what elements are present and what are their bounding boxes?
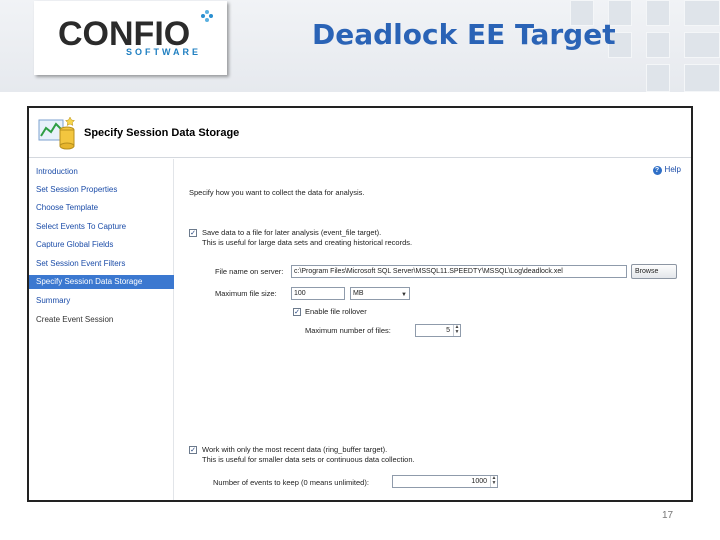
browse-button[interactable]: Browse (631, 264, 677, 279)
slide-title: Deadlock EE Target (312, 18, 616, 51)
wizard-header: Specify Session Data Storage (29, 108, 691, 158)
chevron-down-icon: ▼ (401, 292, 407, 298)
file-name-label: File name on server: (215, 267, 284, 276)
max-file-size-label: Maximum file size: (215, 289, 277, 298)
file-target-checkbox[interactable]: ✓ (189, 229, 197, 237)
nav-specify-data-storage[interactable]: Specify Session Data Storage (29, 275, 174, 289)
nav-create-event-session[interactable]: Create Event Session (29, 313, 174, 327)
logo-spark-icon (201, 10, 213, 22)
file-target-description: This is useful for large data sets and c… (202, 238, 413, 247)
wizard-nav: Introduction Set Session Properties Choo… (29, 159, 174, 500)
file-name-field[interactable]: c:\Program Files\Microsoft SQL Server\MS… (291, 265, 627, 278)
spin-arrows-icon[interactable]: ▲ ▼ (490, 476, 497, 487)
events-keep-label: Number of events to keep (0 means unlimi… (213, 478, 369, 487)
nav-summary[interactable]: Summary (29, 294, 174, 308)
max-file-size-unit: MB (353, 290, 364, 297)
help-icon: ? (652, 166, 662, 175)
max-file-size-field[interactable]: 100 (291, 287, 345, 300)
spin-arrows-icon[interactable]: ▲ ▼ (453, 325, 460, 336)
confio-logo: CONFIO SOFTWARE (34, 1, 227, 75)
max-file-size-value: 100 (294, 290, 306, 297)
intro-text: Specify how you want to collect the data… (189, 188, 365, 197)
logo-subtext: SOFTWARE (126, 47, 201, 57)
wizard-screenshot: Specify Session Data Storage Introductio… (27, 106, 693, 502)
wizard-content: ? Help Specify how you want to collect th… (175, 159, 691, 500)
rollover-label: Enable file rollover (305, 307, 367, 316)
wizard-page-title: Specify Session Data Storage (84, 127, 240, 139)
help-label: Help (664, 165, 681, 174)
nav-select-events[interactable]: Select Events To Capture (29, 220, 174, 234)
ring-buffer-description: This is useful for smaller data sets or … (202, 455, 415, 464)
nav-capture-global-fields[interactable]: Capture Global Fields (29, 238, 174, 252)
max-files-label: Maximum number of files: (305, 326, 391, 335)
events-keep-value: 1000 (471, 478, 487, 485)
max-files-value: 5 (446, 327, 450, 334)
rollover-checkbox[interactable]: ✓ (293, 308, 301, 316)
nav-set-event-filters[interactable]: Set Session Event Filters (29, 257, 174, 271)
ring-buffer-label: Work with only the most recent data (rin… (202, 445, 388, 454)
page-number: 17 (662, 510, 674, 521)
file-target-label: Save data to a file for later analysis (… (202, 228, 382, 237)
max-files-stepper[interactable]: 5 ▲ ▼ (415, 324, 461, 337)
data-storage-icon (38, 116, 76, 150)
max-file-size-unit-select[interactable]: MB ▼ (350, 287, 410, 300)
events-keep-stepper[interactable]: 1000 ▲ ▼ (392, 475, 498, 488)
ring-buffer-checkbox[interactable]: ✓ (189, 446, 197, 454)
nav-introduction[interactable]: Introduction (29, 165, 174, 179)
help-link[interactable]: ? Help (652, 165, 681, 175)
nav-choose-template[interactable]: Choose Template (29, 201, 174, 215)
nav-set-session-properties[interactable]: Set Session Properties (29, 183, 174, 197)
